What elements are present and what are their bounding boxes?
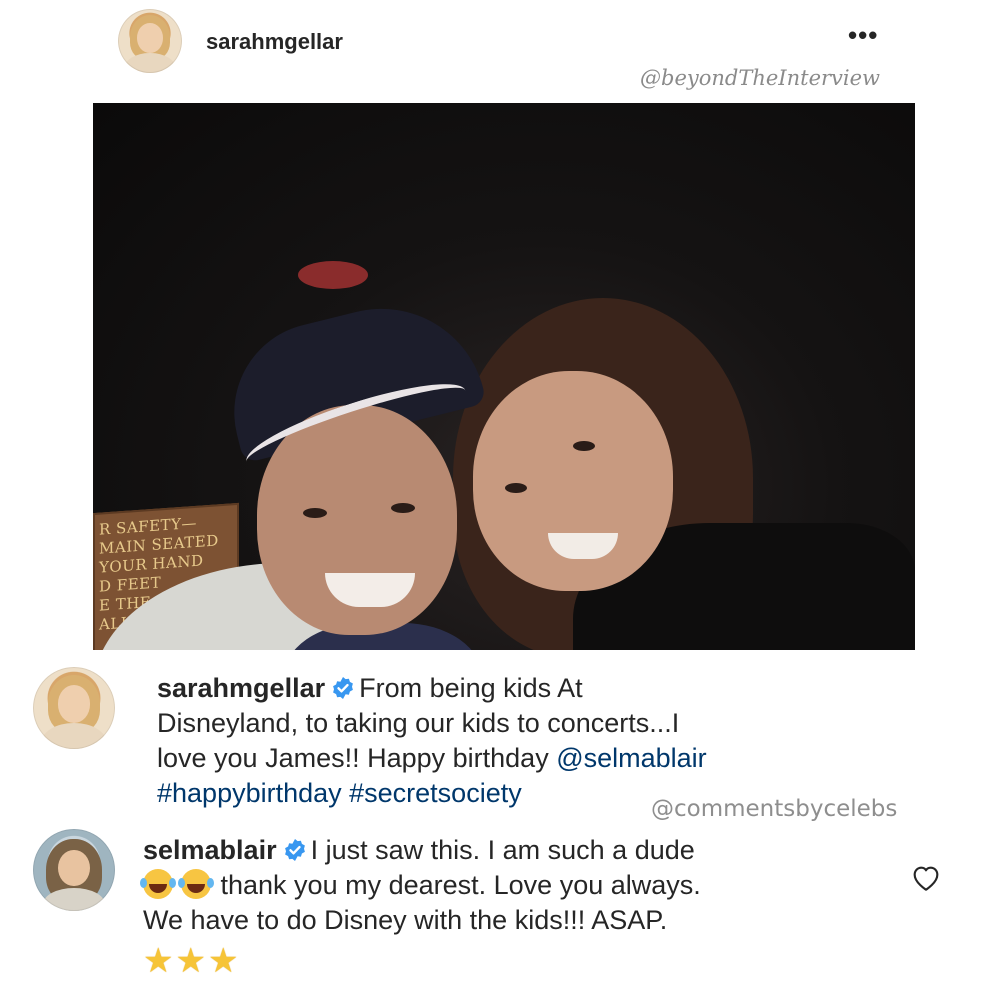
comment-text-line: love you James!! Happy birthday: [157, 743, 557, 773]
comment-text-line: I just saw this. I am such a dude: [310, 835, 695, 865]
post-author-username[interactable]: sarahmgellar: [206, 29, 343, 55]
eye: [391, 503, 415, 513]
comment-text-line: thank you my dearest. Love you always.: [213, 870, 701, 900]
comment-username[interactable]: sarahmgellar: [157, 673, 325, 703]
watermark-commentsbycelebs: @commentsbycelebs: [651, 796, 898, 822]
eye: [573, 441, 595, 451]
watermark-beyondtheinterview: @beyondTheInterview: [640, 66, 881, 90]
mention-link-selmablair[interactable]: @selmablair: [556, 743, 706, 773]
hashtag-links[interactable]: #happybirthday #secretsociety: [157, 778, 522, 808]
heart-outline-icon[interactable]: [910, 862, 942, 892]
comment-selmablair: selmablair I just saw this. I am such a d…: [140, 833, 883, 981]
face-with-tears-of-joy-icon: [140, 869, 173, 899]
comment-text-line: We have to do Disney with the kids!!! AS…: [143, 905, 668, 935]
eye: [303, 508, 327, 518]
post-photo[interactable]: R SAFETY— MAIN SEATED YOUR HAND D FEET E…: [93, 103, 915, 650]
commenter-avatar-selmablair[interactable]: [33, 829, 115, 911]
eye: [505, 483, 527, 493]
commenter-avatar-sarahmgellar[interactable]: [33, 667, 115, 749]
face-with-tears-of-joy-icon: [178, 869, 211, 899]
star-emoji-icon: ★: [207, 942, 239, 980]
verified-badge-icon: [333, 677, 353, 699]
star-emoji-icon: ★: [175, 942, 206, 980]
more-dots-icon[interactable]: •••: [848, 20, 878, 51]
comment-username[interactable]: selmablair: [143, 835, 277, 865]
comment-text-line: Disneyland, to taking our kids to concer…: [157, 708, 680, 738]
verified-badge-icon: [284, 839, 305, 861]
comment-sarahmgellar: sarahmgellar From being kids At Disneylan…: [157, 671, 877, 811]
cap-logo: [298, 261, 368, 289]
post-author-avatar[interactable]: [118, 9, 182, 73]
comment-text-line: From being kids At: [359, 673, 583, 703]
star-emoji-icon: ★: [143, 942, 174, 980]
